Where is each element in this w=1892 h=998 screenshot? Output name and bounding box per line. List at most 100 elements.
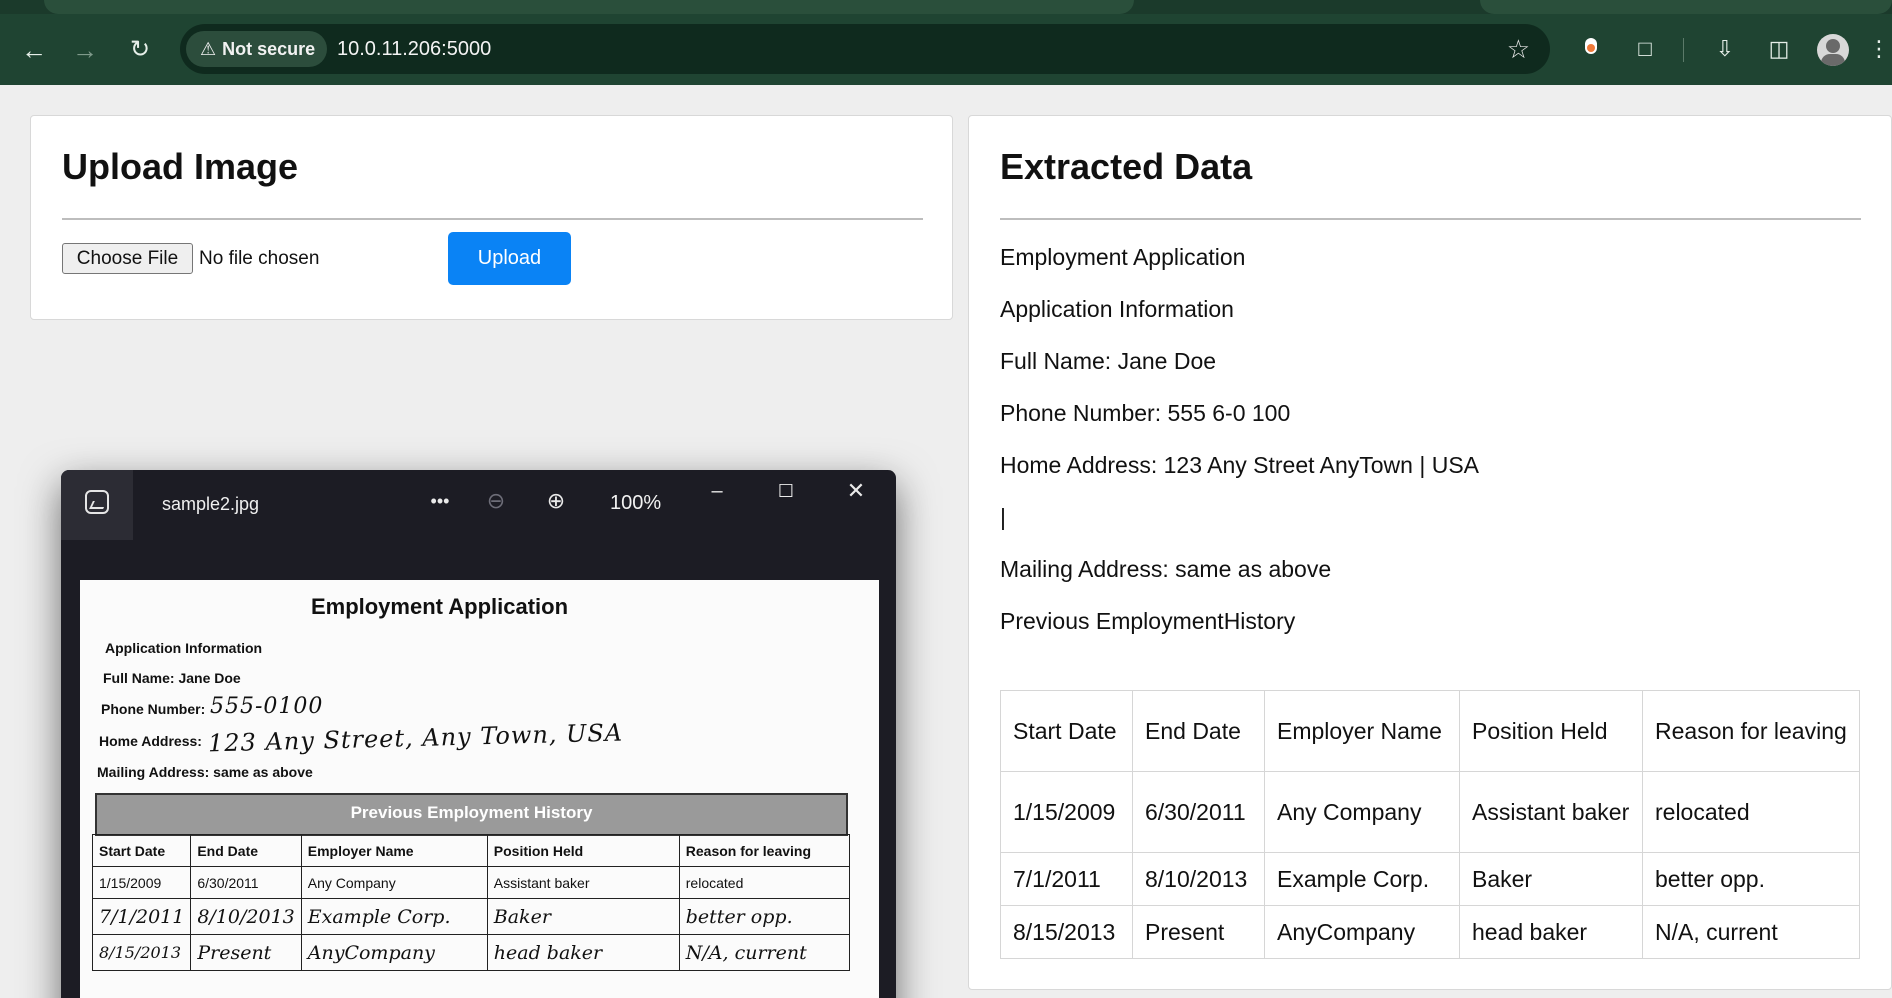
doc-cell: Example Corp.: [300, 898, 488, 935]
image-viewer-window[interactable]: sample2.jpg ••• ⊖ ⊕ 100% – ☐ ✕ Employmen…: [61, 470, 896, 998]
table-cell: Any Company: [1264, 771, 1460, 853]
browser-tab[interactable]: [44, 0, 1134, 14]
download-icon[interactable]: ⇩: [1708, 32, 1742, 66]
document-image: Employment Application Application Infor…: [80, 580, 879, 998]
zoom-in-icon[interactable]: ⊕: [541, 486, 571, 516]
minimize-icon[interactable]: –: [702, 476, 732, 506]
table-cell: 6/30/2011: [1132, 771, 1265, 853]
security-label: Not secure: [222, 39, 316, 59]
extracted-data-card: Extracted Data Employment Application Ap…: [968, 115, 1892, 990]
extracted-title: Extracted Data: [1000, 146, 1253, 187]
table-cell: AnyCompany: [1264, 905, 1460, 959]
profile-icon[interactable]: [1817, 34, 1849, 66]
doc-history-table: Start Date End Date Employer Name Positi…: [91, 834, 851, 971]
doc-cell: End Date: [190, 834, 302, 867]
forward-icon[interactable]: →: [68, 33, 102, 67]
table-cell: N/A, current: [1642, 905, 1860, 959]
extracted-line: Full Name: Jane Doe: [1000, 348, 1217, 374]
extracted-line: Mailing Address: same as above: [1000, 556, 1332, 582]
table-header-row: Start Date End Date Employer Name Positi…: [1000, 690, 1860, 772]
doc-cell: 8/15/2013: [91, 934, 192, 971]
employment-history-table: Start Date End Date Employer Name Positi…: [1000, 690, 1860, 959]
close-icon[interactable]: ✕: [841, 476, 871, 506]
doc-row: 1/15/2009 6/30/2011 Any Company Assistan…: [91, 866, 851, 899]
sidepanel-icon[interactable]: ◫: [1762, 32, 1796, 66]
page-body: Upload Image Choose File No file chosen …: [0, 85, 1892, 998]
table-cell: Example Corp.: [1264, 852, 1460, 906]
doc-cell: N/A, current: [678, 934, 851, 971]
table-header: Position Held: [1459, 690, 1643, 772]
table-row: 1/15/2009 6/30/2011 Any Company Assistan…: [1000, 771, 1860, 853]
table-cell: 7/1/2011: [1000, 852, 1133, 906]
doc-cell: Start Date: [91, 834, 192, 867]
table-cell: better opp.: [1642, 852, 1860, 906]
more-options-icon[interactable]: •••: [422, 486, 458, 516]
extracted-line: Phone Number: 555 6-0 100: [1000, 400, 1291, 426]
doc-cell: Any Company: [300, 866, 488, 899]
table-header: Start Date: [1000, 690, 1133, 772]
doc-cell: 7/1/2011: [91, 898, 192, 935]
doc-cell: 6/30/2011: [190, 866, 302, 899]
doc-full-name: Full Name: Jane Doe: [103, 670, 241, 686]
security-chip[interactable]: ⚠ Not secure: [186, 31, 328, 67]
extension-icon[interactable]: □: [1628, 32, 1662, 66]
doc-title: Employment Application: [310, 594, 569, 619]
upload-button[interactable]: Upload: [448, 232, 571, 285]
table-row: 7/1/2011 8/10/2013 Example Corp. Baker b…: [1000, 852, 1860, 906]
doc-app-info: Application Information: [105, 640, 263, 656]
star-icon[interactable]: ☆: [1507, 24, 1530, 74]
photos-app-icon: [85, 490, 109, 514]
extracted-line: Previous EmploymentHistory: [1000, 608, 1296, 634]
doc-cell: Present: [190, 934, 302, 971]
file-status: No file chosen: [199, 248, 320, 269]
viewer-app-tab[interactable]: [61, 470, 133, 540]
table-cell: Baker: [1459, 852, 1643, 906]
doc-phone-value: 555-0100: [210, 694, 324, 719]
recording-indicator-icon[interactable]: [1585, 38, 1597, 54]
doc-cell: Position Held: [486, 834, 680, 867]
doc-cell: 8/10/2013: [190, 898, 302, 935]
table-row: 8/15/2013 Present AnyCompany head baker …: [1000, 905, 1860, 959]
maximize-icon[interactable]: ☐: [771, 476, 801, 506]
menu-icon[interactable]: ⋮: [1868, 32, 1890, 66]
warning-icon: ⚠: [200, 39, 217, 59]
divider: [62, 218, 923, 220]
back-icon[interactable]: ←: [17, 33, 51, 67]
toolbar-divider: [1683, 38, 1684, 62]
doc-phone-label: Phone Number:: [101, 701, 206, 717]
doc-cell: better opp.: [678, 898, 851, 935]
table-header: Employer Name: [1264, 690, 1460, 772]
browser-tab-2[interactable]: [1480, 0, 1892, 14]
doc-cell: AnyCompany: [300, 934, 488, 971]
extracted-line: Home Address: 123 Any Street AnyTown | U…: [1000, 452, 1480, 478]
upload-title: Upload Image: [62, 146, 299, 187]
table-cell: head baker: [1459, 905, 1643, 959]
extracted-line: Application Information: [1000, 296, 1234, 322]
doc-home-value: 123 Any Street, Any Town, USA: [207, 718, 624, 758]
doc-mailing: Mailing Address: same as above: [97, 764, 313, 780]
doc-cell: head baker: [486, 934, 680, 971]
address-bar[interactable]: ⚠ Not secure 10.0.11.206:5000 ☆: [180, 24, 1550, 74]
doc-cell: Reason for leaving: [678, 834, 851, 867]
browser-toolbar: ← → ↻ ⚠ Not secure 10.0.11.206:5000 ☆ □ ⇩…: [0, 14, 1892, 85]
doc-cell: 1/15/2009: [91, 866, 192, 899]
table-cell: 8/15/2013: [1000, 905, 1133, 959]
tab-strip: [0, 0, 1892, 14]
upload-card: Upload Image Choose File No file chosen …: [30, 115, 953, 320]
zoom-level: 100%: [610, 492, 662, 514]
extracted-line: Employment Application: [1000, 244, 1246, 270]
doc-row: 7/1/2011 8/10/2013 Example Corp. Baker b…: [91, 898, 851, 935]
zoom-out-icon[interactable]: ⊖: [481, 486, 511, 516]
extracted-line: |: [1000, 504, 1006, 530]
table-header: Reason for leaving: [1642, 690, 1860, 772]
url-text[interactable]: 10.0.11.206:5000: [337, 24, 491, 74]
choose-file-button[interactable]: Choose File: [62, 243, 193, 274]
doc-row: 8/15/2013 Present AnyCompany head baker …: [91, 934, 851, 971]
table-cell: Present: [1132, 905, 1265, 959]
divider: [1000, 218, 1861, 220]
table-cell: 1/15/2009: [1000, 771, 1133, 853]
table-header: End Date: [1132, 690, 1265, 772]
doc-home-label: Home Address:: [99, 733, 202, 749]
doc-cell: relocated: [678, 866, 851, 899]
reload-icon[interactable]: ↻: [123, 33, 157, 67]
